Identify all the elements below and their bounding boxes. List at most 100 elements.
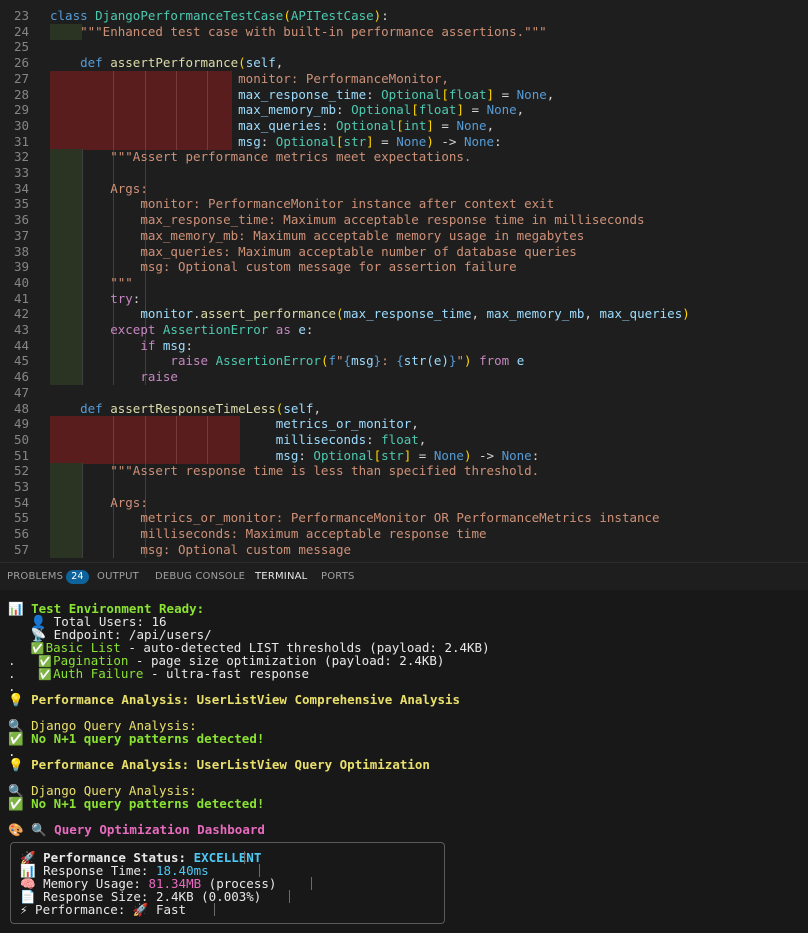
- line-number: 40: [13, 274, 29, 290]
- line-number: 27: [13, 70, 29, 86]
- tab-problems[interactable]: PROBLEMS 24: [7, 563, 89, 591]
- indent-guide: [113, 165, 114, 181]
- dashboard-title: 🎨 🔍 Query Optimization Dashboard: [8, 822, 265, 837]
- code-line[interactable]: 53: [0, 479, 808, 495]
- code-text: class DjangoPerformanceTestCase(APITestC…: [50, 8, 389, 23]
- code-line[interactable]: 38 max_queries: Maximum acceptable numbe…: [0, 243, 808, 260]
- code-line[interactable]: 28 max_response_time: Optional[float] = …: [0, 86, 808, 103]
- no-n1-line-1: ✅ No N+1 query patterns detected!: [8, 731, 265, 746]
- no-n1-line-2: ✅ No N+1 query patterns detected!: [8, 796, 265, 811]
- line-number: 52: [13, 463, 29, 479]
- code-text: """: [110, 274, 133, 290]
- code-text: except AssertionError as e:: [110, 322, 314, 337]
- code-line[interactable]: 55 metrics_or_monitor: PerformanceMonito…: [0, 510, 808, 527]
- indent-guide: [82, 479, 83, 495]
- line-number: 44: [13, 337, 29, 353]
- indent-guide: [82, 165, 83, 181]
- code-line[interactable]: 36 max_response_time: Maximum acceptable…: [0, 212, 808, 229]
- code-line[interactable]: 54 Args:: [0, 494, 808, 511]
- performance-line: ⚡ Performance: 🚀 Fast: [20, 902, 187, 917]
- code-line[interactable]: 24 """Enhanced test case with built-in p…: [0, 23, 808, 40]
- code-line[interactable]: 44 if msg:: [0, 337, 808, 354]
- line-number: 33: [13, 165, 29, 180]
- code-text: try:: [110, 290, 141, 306]
- column-divider: [244, 851, 245, 864]
- code-line[interactable]: 42 monitor.assert_performance(max_respon…: [0, 306, 808, 323]
- code-line[interactable]: 25: [0, 39, 808, 55]
- column-divider: [289, 890, 290, 903]
- code-line[interactable]: 51 msg: Optional[str] = None) -> None:: [0, 447, 808, 464]
- indent-guide-tint: [50, 479, 82, 495]
- code-line[interactable]: 37 max_memory_mb: Maximum acceptable mem…: [0, 227, 808, 244]
- analysis-comprehensive-line: 💡 Performance Analysis: UserListView Com…: [8, 692, 461, 707]
- code-text: def assertResponseTimeLess(self,: [80, 400, 321, 416]
- line-number: 28: [13, 86, 29, 102]
- line-number: 38: [13, 243, 29, 259]
- panel-tab-bar: PROBLEMS 24 OUTPUT DEBUG CONSOLE TERMINAL…: [0, 562, 808, 591]
- indent-guide: [145, 290, 146, 307]
- code-line[interactable]: 52 """Assert response time is less than …: [0, 463, 808, 480]
- code-line[interactable]: 57 msg: Optional custom message: [0, 541, 808, 558]
- code-line[interactable]: 29 max_memory_mb: Optional[float] = None…: [0, 102, 808, 119]
- terminal-output[interactable]: 📊 Test Environment Ready: 👤 Total Users:…: [0, 590, 808, 933]
- code-text: """Enhanced test case with built-in perf…: [80, 23, 547, 39]
- code-text: raise: [140, 369, 178, 385]
- indent-guide-tint: [50, 165, 82, 181]
- code-text: raise AssertionError(f"{msg}: {str(e)}")…: [170, 353, 525, 369]
- line-number: 31: [13, 133, 29, 149]
- line-number: 51: [13, 447, 29, 463]
- code-line[interactable]: 32 """Assert performance metrics meet ex…: [0, 149, 808, 166]
- tab-ports[interactable]: PORTS: [321, 563, 355, 591]
- line-number: 42: [13, 306, 29, 322]
- code-line[interactable]: 30 max_queries: Optional[int] = None,: [0, 117, 808, 134]
- code-text: Args:: [110, 494, 148, 510]
- code-line[interactable]: 33: [0, 165, 808, 181]
- tab-debug-console[interactable]: DEBUG CONSOLE: [155, 563, 245, 591]
- code-text: msg: Optional custom message for asserti…: [140, 259, 517, 275]
- code-line[interactable]: 45 raise AssertionError(f"{msg}: {str(e)…: [0, 353, 808, 370]
- code-line[interactable]: 41 try:: [0, 290, 808, 307]
- line-number: 39: [13, 259, 29, 275]
- code-line[interactable]: 49 metrics_or_monitor,: [0, 416, 808, 433]
- code-line[interactable]: 56 milliseconds: Maximum acceptable resp…: [0, 526, 808, 543]
- code-text: milliseconds: float,: [275, 431, 427, 447]
- line-number: 30: [13, 117, 29, 133]
- indent-guide: [113, 479, 114, 495]
- code-line[interactable]: 27 monitor: PerformanceMonitor,: [0, 70, 808, 87]
- line-number: 46: [13, 369, 29, 385]
- code-line[interactable]: 46 raise: [0, 369, 808, 386]
- line-number: 49: [13, 416, 29, 432]
- code-line[interactable]: 23 class DjangoPerformanceTestCase(APITes…: [0, 8, 808, 24]
- code-text: max_response_time: Optional[float] = Non…: [238, 86, 555, 102]
- problems-count-badge: 24: [66, 570, 89, 584]
- line-number: 41: [13, 290, 29, 306]
- line-number: 53: [13, 479, 29, 494]
- line-number: 57: [13, 541, 29, 557]
- code-line[interactable]: 47: [0, 385, 808, 401]
- code-line[interactable]: 35 monitor: PerformanceMonitor instance …: [0, 196, 808, 213]
- code-line[interactable]: 31 msg: Optional[str] = None) -> None:: [0, 133, 808, 150]
- code-line[interactable]: 50 milliseconds: float,: [0, 431, 808, 448]
- code-text: monitor: PerformanceMonitor,: [238, 70, 449, 86]
- auth-failure-detail: - ultra-fast response: [143, 666, 309, 681]
- code-text: """Assert response time is less than spe…: [110, 463, 540, 479]
- analysis-optimization-line: 💡 Performance Analysis: UserListView Que…: [8, 757, 430, 772]
- code-line[interactable]: 40 """: [0, 274, 808, 291]
- code-text: msg: Optional[str] = None) -> None:: [238, 133, 502, 149]
- query-dashboard-panel: 🚀 Performance Status: EXCELLENT 📊 Respon…: [10, 842, 445, 924]
- line-number: 54: [13, 494, 29, 510]
- line-number: 23: [13, 8, 29, 23]
- code-line[interactable]: 43 except AssertionError as e:: [0, 322, 808, 338]
- code-line[interactable]: 48 def assertResponseTimeLess(self,: [0, 401, 808, 417]
- code-text: metrics_or_monitor,: [275, 416, 419, 432]
- code-text: monitor.assert_performance(max_response_…: [140, 306, 690, 322]
- auth-failure-name: Auth Failure: [53, 666, 144, 681]
- tab-output[interactable]: OUTPUT: [97, 563, 139, 591]
- code-line[interactable]: 26 def assertPerformance(self,: [0, 55, 808, 71]
- line-number: 25: [13, 39, 29, 55]
- code-line[interactable]: 39 msg: Optional custom message for asse…: [0, 259, 808, 276]
- tab-terminal[interactable]: TERMINAL: [255, 563, 308, 591]
- code-editor[interactable]: 23 class DjangoPerformanceTestCase(APITes…: [0, 0, 808, 562]
- code-text: max_queries: Optional[int] = None,: [238, 117, 495, 133]
- code-line[interactable]: 34 Args:: [0, 180, 808, 197]
